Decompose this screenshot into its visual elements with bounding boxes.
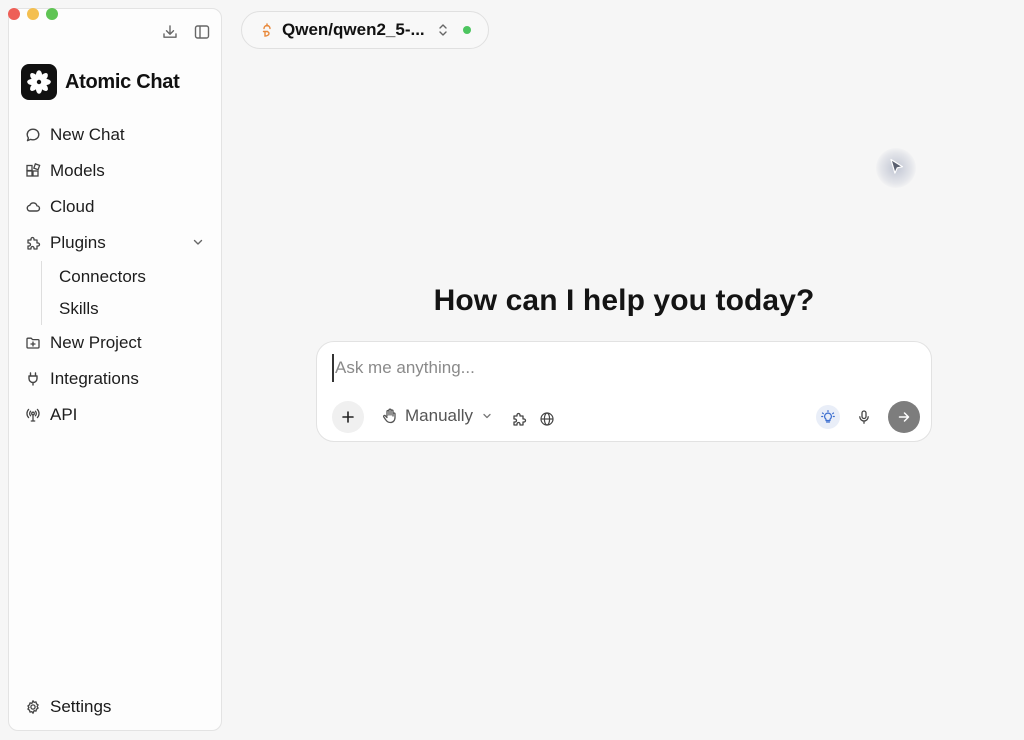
send-button[interactable] [888,401,920,433]
chat-composer: Manually [316,341,932,442]
greeting-heading: How can I help you today? [433,284,815,317]
sidebar-item-settings[interactable]: Settings [25,692,111,722]
model-status-indicator [462,26,471,34]
model-provider-icon [262,23,271,37]
sidebar-item-label: API [50,405,78,424]
atom-flower-icon [21,64,57,100]
sidebar-item-plugins[interactable]: Plugins [17,225,213,261]
puzzle-icon [27,236,41,250]
sidebar-item-label: New Project [50,333,142,352]
sidebar-item-label: Integrations [50,369,139,388]
sidebar-item-models[interactable]: Models [17,153,213,189]
send-arrow-icon [898,412,910,422]
chevron-down-icon[interactable] [191,235,205,249]
sidebar-item-label: New Chat [50,125,125,144]
chevron-down-icon [483,413,491,419]
model-selector[interactable]: Qwen/qwen2_5-... [241,11,489,49]
add-icon [342,411,354,423]
plug-icon [28,372,38,386]
model-name: Qwen/qwen2_5-... [282,20,425,39]
grid-blocks-icon [26,163,41,177]
sidebar-item-label: Cloud [50,197,95,216]
sidebar-toolbar [161,23,211,41]
chevron-up-down-icon [438,24,447,36]
chat-input[interactable] [332,354,897,382]
app-window: Atomic Chat New Chat Models Cloud Plugin… [0,0,1024,740]
sidebar-item-new-chat[interactable]: New Chat [17,117,213,153]
reasoning-toggle-button[interactable] [816,405,840,429]
settings-label: Settings [50,697,112,716]
add-attachment-button[interactable] [332,401,364,433]
sidebar-item-new-project[interactable]: New Project [17,325,213,361]
sidebar-subitem-label: Connectors [59,267,146,286]
chat-bubble-icon [26,128,40,142]
cloud-icon [26,202,41,212]
brand-name: Atomic Chat [65,70,180,93]
window-controls [8,8,58,20]
plugins-submenu: Connectors Skills [41,261,213,325]
sidebar-item-connectors[interactable]: Connectors [42,261,213,293]
sidebar: Atomic Chat New Chat Models Cloud Plugin… [8,8,222,731]
sidebar-item-label: Models [50,161,105,180]
close-window-button[interactable] [8,8,20,20]
hand-icon [382,408,396,424]
sidebar-subitem-label: Skills [59,299,99,318]
tool-mode-dropdown[interactable]: Manually [381,406,493,426]
puzzle-icon[interactable] [511,411,527,427]
sidebar-nav: New Chat Models Cloud Plugins Connectors… [17,117,213,433]
sidebar-item-cloud[interactable]: Cloud [17,189,213,225]
broadcast-icon [26,408,40,422]
tool-mode-label: Manually [405,406,474,425]
minimize-window-button[interactable] [27,8,39,20]
sidebar-item-api[interactable]: API [17,397,213,433]
microphone-icon[interactable] [856,409,872,425]
download-icon[interactable] [161,23,179,41]
folder-plus-icon [26,337,40,349]
sidebar-item-label: Plugins [50,233,106,252]
sidebar-item-skills[interactable]: Skills [42,293,213,325]
mouse-pointer-icon [890,158,904,174]
gear-icon [27,700,39,714]
sidebar-toggle-icon[interactable] [193,23,211,41]
maximize-window-button[interactable] [46,8,58,20]
globe-icon[interactable] [539,411,555,427]
lightbulb-icon [821,410,835,423]
sidebar-item-integrations[interactable]: Integrations [17,361,213,397]
brand[interactable]: Atomic Chat [21,64,180,100]
